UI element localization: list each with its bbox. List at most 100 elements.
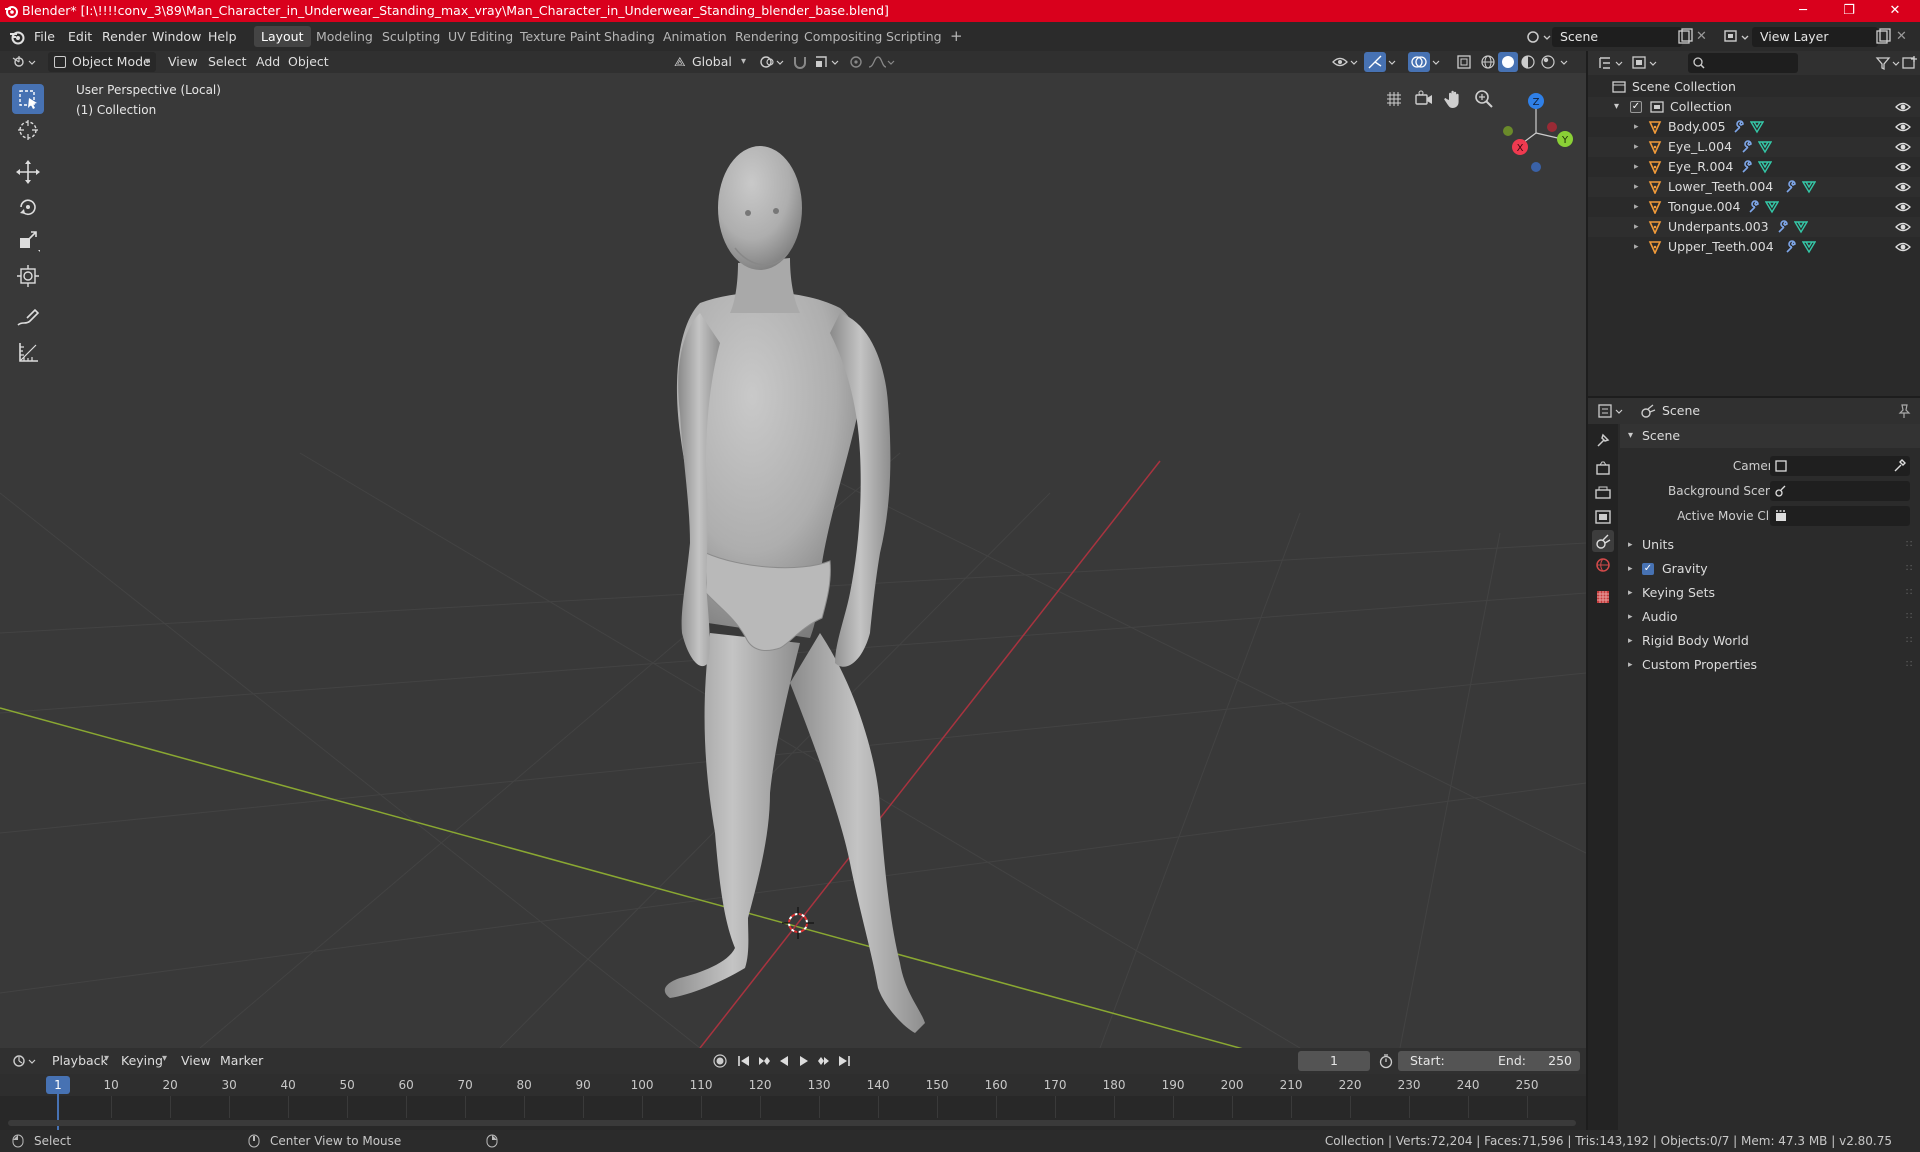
view-layer-browse-icon[interactable] [1722, 27, 1752, 47]
delete-scene-icon[interactable]: ✕ [1696, 28, 1712, 46]
navigation-gizmo[interactable]: Z Y X [1494, 83, 1574, 173]
proportional-falloff-icon[interactable] [866, 52, 896, 72]
scene-panel-header[interactable]: ▾ Scene [1620, 424, 1920, 448]
outliner-row-object[interactable]: ▸ Upper_Teeth.004 [1588, 237, 1920, 257]
snap-toggle-icon[interactable] [790, 52, 810, 72]
play-reverse-icon[interactable] [776, 1053, 792, 1069]
background-scene-field[interactable] [1770, 481, 1910, 501]
tab-scripting[interactable]: Scripting [879, 26, 949, 47]
delete-view-layer-icon[interactable]: ✕ [1896, 28, 1912, 46]
mesh-data-icon[interactable] [1757, 140, 1772, 154]
visibility-eye-icon[interactable] [1894, 119, 1912, 135]
jump-to-previous-keyframe-icon[interactable] [756, 1053, 772, 1069]
output-properties-tab[interactable] [1592, 482, 1614, 504]
expand-arrow-icon[interactable]: ▸ [1634, 217, 1639, 237]
add-workspace-button[interactable]: + [943, 26, 970, 47]
outliner-row-object[interactable]: ▸ Lower_Teeth.004 [1588, 177, 1920, 197]
visibility-eye-icon[interactable] [1894, 179, 1912, 195]
properties-section-header[interactable]: ▸ Keying Sets ∷ [1620, 581, 1920, 605]
modifier-wrench-icon[interactable] [1747, 200, 1761, 214]
scene-name-field[interactable]: Scene [1552, 27, 1682, 47]
timeline-area[interactable]: 10 20 30 40 50 60 70 80 90 100 110 120 130 140 150 160 1… [0, 1074, 1586, 1130]
viewport-menu-object[interactable]: Object [288, 52, 329, 72]
outliner-row-object[interactable]: ▸ Eye_L.004 [1588, 137, 1920, 157]
timeline-menu-playback[interactable]: Playback [52, 1051, 108, 1071]
tab-modeling[interactable]: Modeling [309, 26, 380, 47]
transform-tool[interactable] [12, 261, 44, 291]
wireframe-shading-icon[interactable] [1478, 52, 1498, 72]
render-properties-tab[interactable] [1592, 458, 1614, 480]
tab-animation[interactable]: Animation [656, 26, 734, 47]
toggle-grid-view-icon[interactable] [1382, 87, 1406, 111]
selectability-visibility-icon[interactable] [1330, 52, 1360, 72]
3d-viewport[interactable]: User Perspective (Local) (1) Collection … [0, 73, 1586, 1048]
new-collection-icon[interactable] [1900, 53, 1920, 73]
tab-rendering[interactable]: Rendering [728, 26, 806, 47]
scale-tool[interactable] [12, 226, 44, 256]
timeline-menu-view[interactable]: View [181, 1051, 211, 1071]
modifier-wrench-icon[interactable] [1740, 140, 1754, 154]
drag-handle-icon[interactable]: ∷ [1906, 581, 1912, 605]
menu-render[interactable]: Render [102, 27, 147, 46]
expand-arrow-icon[interactable]: ▸ [1634, 177, 1639, 197]
menu-edit[interactable]: Edit [68, 27, 92, 46]
mesh-data-icon[interactable] [1765, 200, 1779, 214]
outliner-row-scene-collection[interactable]: Scene Collection [1588, 77, 1920, 97]
mesh-data-icon[interactable] [1794, 220, 1809, 234]
properties-section-header[interactable]: ▸ Custom Properties ∷ [1620, 653, 1920, 677]
maximize-button[interactable]: ❐ [1826, 0, 1872, 22]
expand-arrow-icon[interactable]: ▸ [1634, 117, 1639, 137]
eyedropper-icon[interactable] [1892, 458, 1906, 474]
tab-compositing[interactable]: Compositing [797, 26, 889, 47]
transform-orientation-dropdown[interactable]: ⟁ Global ▾ [670, 52, 748, 72]
frame-ruler[interactable]: 10 20 30 40 50 60 70 80 90 100 110 120 130 140 150 160 1… [0, 1074, 1586, 1096]
active-movie-clip-field[interactable] [1770, 506, 1910, 526]
tab-texture-paint[interactable]: Texture Paint [513, 26, 608, 47]
preview-range-stopwatch-icon[interactable] [1378, 1053, 1394, 1069]
visibility-eye-icon[interactable] [1894, 199, 1912, 215]
select-box-tool[interactable] [12, 84, 44, 114]
gravity-checkbox[interactable]: ✓ [1642, 563, 1654, 575]
measure-tool[interactable] [12, 337, 44, 367]
display-mode-icon[interactable] [1630, 53, 1660, 73]
visibility-eye-icon[interactable] [1894, 99, 1912, 115]
playhead-frame-indicator[interactable]: 1 [46, 1076, 70, 1094]
record-button[interactable] [712, 1053, 728, 1069]
timeline-menu-marker[interactable]: Marker [220, 1051, 263, 1071]
show-overlays-icon[interactable] [1408, 52, 1430, 72]
show-gizmo-icon[interactable] [1364, 52, 1386, 72]
menu-window[interactable]: Window [152, 27, 201, 46]
drag-handle-icon[interactable]: ∷ [1906, 533, 1912, 557]
outliner-row-object[interactable]: ▸ Tongue.004 [1588, 197, 1920, 217]
world-properties-tab[interactable] [1592, 554, 1614, 576]
outliner-row-object[interactable]: ▸ Underpants.003 [1588, 217, 1920, 237]
play-icon[interactable] [796, 1053, 812, 1069]
pan-view-hand-icon[interactable] [1442, 87, 1466, 111]
close-window-button[interactable]: ✕ [1872, 0, 1918, 22]
xray-toggle-icon[interactable] [1454, 52, 1474, 72]
drag-handle-icon[interactable]: ∷ [1906, 605, 1912, 629]
view-layer-name-field[interactable]: View Layer [1752, 27, 1878, 47]
properties-section-header[interactable]: ▸ Audio ∷ [1620, 605, 1920, 629]
mesh-data-icon[interactable] [1757, 160, 1772, 174]
outliner-search-input[interactable] [1688, 53, 1798, 73]
visibility-eye-icon[interactable] [1894, 159, 1912, 175]
modifier-wrench-icon[interactable] [1776, 220, 1790, 234]
tab-sculpting[interactable]: Sculpting [375, 26, 447, 47]
drag-handle-icon[interactable]: ∷ [1906, 629, 1912, 653]
view-layer-properties-tab[interactable] [1592, 506, 1614, 528]
jump-to-next-keyframe-icon[interactable] [816, 1053, 832, 1069]
viewport-menu-view[interactable]: View [168, 52, 198, 72]
menu-help[interactable]: Help [208, 27, 237, 46]
rotate-tool[interactable] [12, 192, 44, 222]
jump-to-start-icon[interactable] [736, 1053, 752, 1069]
scene-browse-icon[interactable] [1524, 27, 1552, 47]
exclude-checkbox[interactable]: ✓ [1630, 101, 1642, 113]
mesh-data-icon[interactable] [1750, 120, 1765, 134]
zoom-view-icon[interactable] [1472, 87, 1496, 111]
visibility-eye-icon[interactable] [1894, 139, 1912, 155]
tab-shading[interactable]: Shading [597, 26, 662, 47]
outliner-row-object[interactable]: ▸ Eye_R.004 [1588, 157, 1920, 177]
pin-icon[interactable] [1896, 403, 1912, 419]
proportional-edit-icon[interactable] [846, 52, 866, 72]
